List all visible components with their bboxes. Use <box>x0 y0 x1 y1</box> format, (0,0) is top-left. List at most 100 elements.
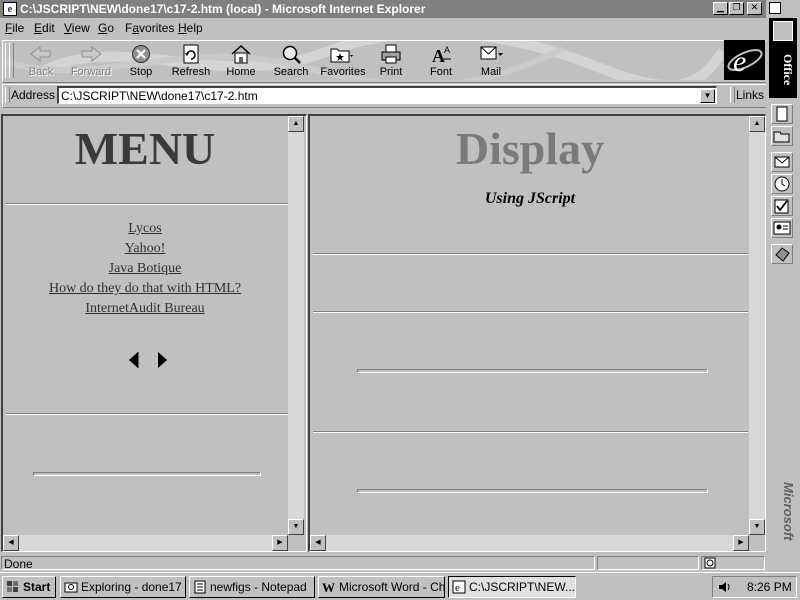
menu-view-accel: V <box>64 21 72 35</box>
menu-edit[interactable]: Edit <box>34 21 55 35</box>
minimize-button[interactable]: ▁ <box>713 2 728 15</box>
address-label: Address <box>11 88 56 102</box>
office-contact-button[interactable] <box>771 218 793 238</box>
link-internetaudit-bureau[interactable]: InternetAudit Bureau <box>0 301 290 317</box>
menu-vertical-scrollbar[interactable]: ▲ ▼ <box>288 116 304 535</box>
menu-favorites[interactable]: Favorites <box>125 21 174 35</box>
windows-logo-icon <box>7 581 18 592</box>
menu-go[interactable]: Go <box>98 21 114 35</box>
address-input[interactable]: C:\JSCRIPT\NEW\done17\c17-2.htm ▼ <box>57 86 717 104</box>
menu-scroll-up-button[interactable]: ▲ <box>288 116 304 132</box>
task-ie[interactable]: e C:\JSCRIPT\NEW... <box>448 576 576 598</box>
display-subtitle: Using JScript <box>484 190 576 207</box>
task-exploring[interactable]: Exploring - done17 <box>60 576 186 598</box>
office-task-button[interactable] <box>771 196 793 216</box>
display-title: Display <box>455 123 605 174</box>
links-grip[interactable] <box>730 87 735 103</box>
refresh-button[interactable]: Refresh <box>167 42 215 80</box>
office-journal-button[interactable] <box>771 244 793 264</box>
office-logo-icon <box>773 21 793 41</box>
speaker-icon[interactable] <box>717 580 731 594</box>
envelope-icon <box>774 156 790 168</box>
right-triangle-icon[interactable] <box>157 351 169 369</box>
taskbar: Start Exploring - done17 newfigs - Notep… <box>0 572 800 600</box>
display-divider-1 <box>313 253 748 255</box>
office-open-document-button[interactable] <box>771 126 793 146</box>
link-yahoo[interactable]: Yahoo! <box>0 241 290 257</box>
ie-window-icon[interactable]: e <box>3 2 17 16</box>
link-lycos[interactable]: Lycos <box>0 221 290 237</box>
system-tray: 8:26 PM <box>712 576 797 598</box>
stop-label: Stop <box>129 66 153 78</box>
ie-throbber-logo[interactable]: e <box>724 40 765 80</box>
font-button[interactable]: AA Font <box>417 42 465 80</box>
refresh-icon <box>183 44 199 64</box>
menu-help-accel: H <box>178 21 187 35</box>
menu-view-rest: iew <box>71 21 90 35</box>
address-grip[interactable] <box>5 87 10 103</box>
status-bar: Done <box>0 554 766 572</box>
font-label: Font <box>429 66 452 78</box>
title-bar[interactable]: e C:\JSCRIPT\NEW\done17\c17-2.htm (local… <box>0 0 766 18</box>
search-button[interactable]: Search <box>267 42 315 80</box>
menu-bar: File Edit View Go Favorites Help <box>0 18 766 38</box>
home-button[interactable]: Home <box>217 42 265 80</box>
toolbar-grip-2[interactable] <box>9 43 14 78</box>
menu-horizontal-scrollbar[interactable]: ◀ ▶ <box>3 535 288 551</box>
menu-favorites-rest: vorites <box>139 21 175 35</box>
display-scroll-left-button[interactable]: ◀ <box>310 535 326 551</box>
display-scroll-right-button[interactable]: ▶ <box>733 535 749 551</box>
menu-help[interactable]: Help <box>178 21 203 35</box>
start-button[interactable]: Start <box>2 576 56 598</box>
start-label: Start <box>23 580 51 594</box>
link-java-botique[interactable]: Java Botique <box>0 261 290 277</box>
mail-button[interactable]: Mail <box>467 42 515 80</box>
menu-go-accel: G <box>98 21 108 35</box>
display-scroll-down-button[interactable]: ▼ <box>749 519 765 535</box>
office-appointment-button[interactable] <box>771 174 793 194</box>
office-message-button[interactable] <box>771 152 793 172</box>
checkbox-icon <box>774 199 789 214</box>
clock[interactable]: 8:26 PM <box>747 580 792 594</box>
back-label: Back <box>28 66 54 78</box>
task-exploring-label: Exploring - done17 <box>81 580 182 594</box>
address-value[interactable]: C:\JSCRIPT\NEW\done17\c17-2.htm <box>61 89 258 103</box>
menu-rule <box>33 472 261 476</box>
print-label: Print <box>379 66 403 78</box>
links-button[interactable]: Links <box>736 88 764 102</box>
office-shortcut-bar: Office Microsoft <box>766 0 800 572</box>
display-scroll-up-button[interactable]: ▲ <box>749 116 765 132</box>
display-divider-2 <box>313 311 748 313</box>
favorites-button[interactable]: Favorites <box>317 42 369 80</box>
restore-button[interactable]: ❐ <box>729 2 744 15</box>
link-how-do-they-do-that[interactable]: How do they do that with HTML? <box>0 281 290 297</box>
task-ie-label: C:\JSCRIPT\NEW... <box>469 580 576 594</box>
search-label: Search <box>273 66 309 78</box>
display-horizontal-scrollbar[interactable]: ◀ ▶ <box>310 535 749 551</box>
menu-scroll-corner <box>288 535 304 551</box>
left-triangle-icon[interactable] <box>127 351 139 369</box>
menu-scroll-down-button[interactable]: ▼ <box>288 519 304 535</box>
menu-view[interactable]: View <box>64 21 90 35</box>
favorites-folder-icon <box>330 48 353 63</box>
task-notepad-label: newfigs - Notepad <box>210 580 307 594</box>
ie-logo-icon: e <box>727 45 763 78</box>
office-bar-menu-icon[interactable] <box>769 2 781 14</box>
display-vertical-scrollbar[interactable]: ▲ ▼ <box>749 116 765 535</box>
stop-button[interactable]: Stop <box>117 42 165 80</box>
menu-scroll-right-button[interactable]: ▶ <box>272 535 288 551</box>
print-button[interactable]: Print <box>367 42 415 80</box>
home-label: Home <box>226 66 256 78</box>
close-button[interactable]: ✕ <box>747 2 762 15</box>
task-notepad[interactable]: newfigs - Notepad <box>189 576 315 598</box>
menu-file[interactable]: File <box>5 21 24 35</box>
back-button[interactable]: Back <box>17 42 65 80</box>
forward-button[interactable]: Forward <box>67 42 115 80</box>
task-word[interactable]: W Microsoft Word - Ch... <box>318 576 445 598</box>
menu-scroll-left-button[interactable]: ◀ <box>3 535 19 551</box>
office-title-strip[interactable]: Office <box>769 18 797 98</box>
office-new-document-button[interactable] <box>771 104 793 124</box>
printer-icon <box>381 44 401 64</box>
new-document-icon <box>776 106 788 122</box>
address-dropdown-button[interactable]: ▼ <box>700 89 715 103</box>
